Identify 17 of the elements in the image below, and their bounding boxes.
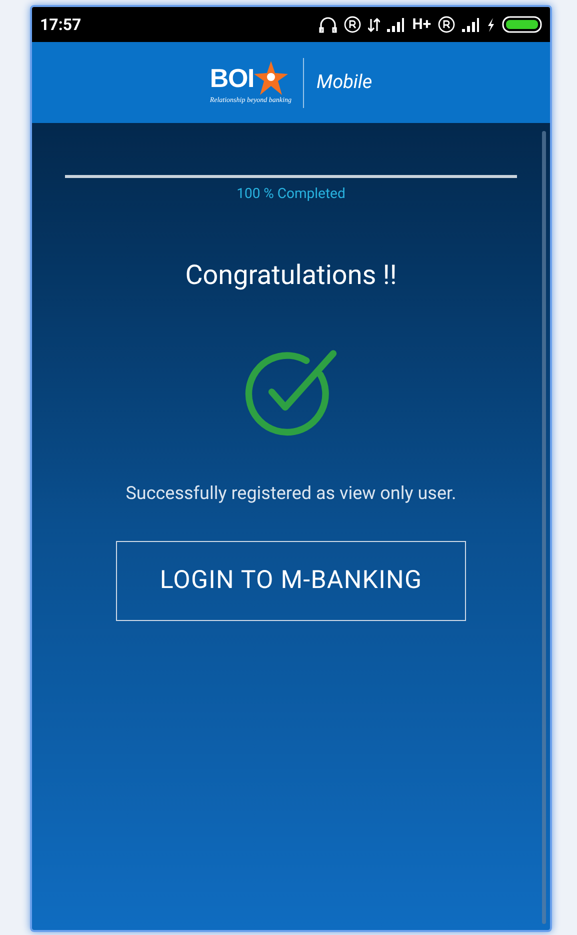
signal-icon — [462, 18, 480, 32]
login-button[interactable]: LOGIN TO M-BANKING — [116, 540, 466, 620]
headset-icon — [319, 16, 338, 32]
battery-icon — [502, 16, 542, 33]
network-type: H+ — [412, 14, 431, 36]
registered-icon — [438, 16, 455, 33]
success-message: Successfully registered as view only user. — [126, 482, 456, 506]
logo-text: BOI — [210, 65, 254, 91]
status-time: 17:57 — [40, 14, 82, 36]
progress-label: 100 % Completed — [236, 185, 346, 204]
app-name: Mobile — [316, 69, 372, 96]
signal-icon — [387, 18, 406, 32]
star-logo-icon — [254, 61, 288, 95]
congratulations-title: Congratulations !! — [185, 258, 397, 293]
data-transfer-icon — [368, 16, 380, 32]
charging-icon — [487, 18, 495, 32]
registered-icon — [344, 16, 362, 33]
